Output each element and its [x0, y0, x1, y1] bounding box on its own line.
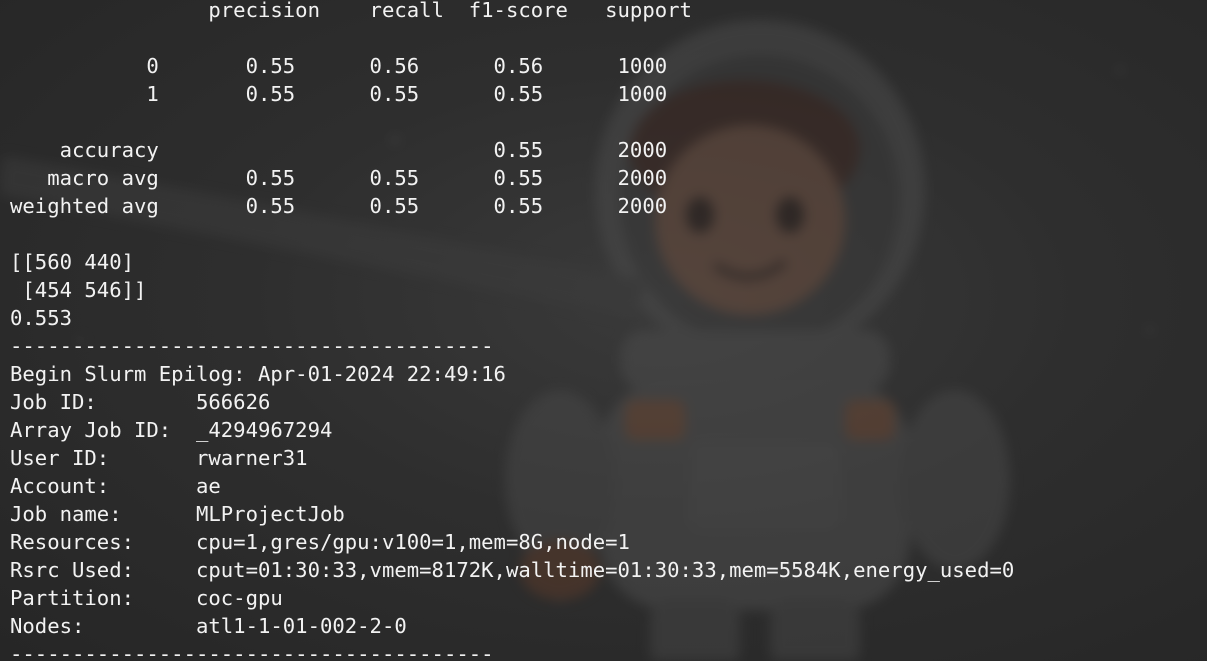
epilog-title: Begin Slurm Epilog: Apr-01-2024 22:49:16 [10, 362, 506, 386]
user-id-line: User ID: rwarner31 [10, 446, 308, 470]
confusion-matrix-row-2: [454 546]] [10, 278, 147, 302]
class-1-row: 1 0.55 0.55 0.55 1000 [10, 82, 668, 106]
separator-line: --------------------------------------- [10, 334, 494, 358]
weighted-avg-row: weighted avg 0.55 0.55 0.55 2000 [10, 194, 668, 218]
report-header-row: precision recall f1-score support [10, 0, 692, 22]
job-name-line: Job name: MLProjectJob [10, 502, 345, 526]
nodes-line: Nodes: atl1-1-01-002-2-0 [10, 614, 407, 638]
job-id-line: Job ID: 566626 [10, 390, 271, 414]
terminal-window[interactable]: precision recall f1-score support 0 0.55… [0, 0, 1207, 661]
account-line: Account: ae [10, 474, 221, 498]
resources-line: Resources: cpu=1,gres/gpu:v100=1,mem=8G,… [10, 530, 630, 554]
terminal-output[interactable]: precision recall f1-score support 0 0.55… [10, 0, 1014, 661]
accuracy-score: 0.553 [10, 306, 72, 330]
macro-avg-row: macro avg 0.55 0.55 0.55 2000 [10, 166, 668, 190]
resources-used-line: Rsrc Used: cput=01:30:33,vmem=8172K,wall… [10, 558, 1015, 582]
array-job-id-line: Array Job ID: _4294967294 [10, 418, 333, 442]
confusion-matrix-row-1: [[560 440] [10, 250, 134, 274]
partition-line: Partition: coc-gpu [10, 586, 283, 610]
accuracy-row: accuracy 0.55 2000 [10, 138, 668, 162]
class-0-row: 0 0.55 0.56 0.56 1000 [10, 54, 668, 78]
separator-line: --------------------------------------- [10, 642, 494, 661]
